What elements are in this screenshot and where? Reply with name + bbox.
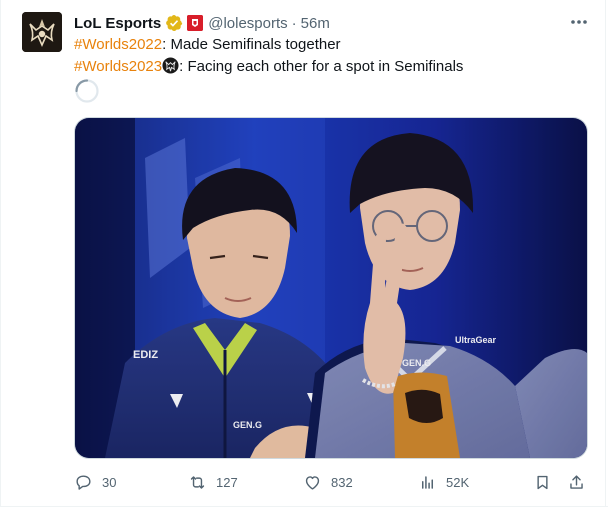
repost-count: 127 bbox=[216, 474, 238, 490]
author-name[interactable]: LoL Esports bbox=[74, 15, 161, 32]
reply-count: 30 bbox=[102, 474, 117, 490]
reply-button[interactable]: 30 bbox=[74, 470, 116, 494]
more-options-button[interactable] bbox=[568, 12, 590, 32]
tweet-text-segment: : Facing each other for a spot in Semifi… bbox=[179, 58, 464, 75]
photo-players-illustration: EDIZ GEN.G UltraGear GEN.G bbox=[75, 118, 587, 458]
repost-button[interactable]: 127 bbox=[188, 470, 238, 494]
more-dots-icon bbox=[571, 20, 587, 24]
hashtag-worlds2023[interactable]: #Worlds2023 bbox=[74, 58, 162, 75]
views-button[interactable]: 52K bbox=[418, 470, 469, 494]
bookmark-icon bbox=[537, 475, 548, 489]
author-handle[interactable]: @lolesports bbox=[208, 15, 287, 32]
avatar[interactable] bbox=[22, 12, 62, 52]
bookmark-button[interactable] bbox=[533, 470, 552, 494]
tweet-actions-bar: 30 127 832 52K bbox=[74, 470, 588, 494]
views-count: 52K bbox=[446, 474, 470, 490]
tweet-text-segment: : Made Semifinals together bbox=[162, 36, 341, 53]
analytics-icon bbox=[421, 475, 434, 489]
share-icon bbox=[570, 474, 583, 489]
tweet-media-photo[interactable]: EDIZ GEN.G UltraGear GEN.G bbox=[74, 117, 588, 459]
verified-badge-icon bbox=[166, 14, 183, 32]
worlds-logo-icon bbox=[22, 12, 62, 52]
timeline-right-border bbox=[605, 0, 606, 507]
heart-icon bbox=[305, 475, 320, 490]
timestamp[interactable]: 56m bbox=[301, 15, 330, 32]
worlds-hashflag-icon bbox=[162, 57, 179, 74]
like-count: 832 bbox=[331, 474, 353, 490]
like-button[interactable]: 832 bbox=[303, 470, 353, 494]
affiliate-badge-icon[interactable] bbox=[187, 15, 204, 31]
tweet-text-line-2: #Worlds2023 : Facing each other for a spo… bbox=[74, 57, 463, 77]
reply-icon bbox=[76, 474, 91, 490]
share-button[interactable] bbox=[567, 470, 586, 494]
separator-dot: · bbox=[291, 14, 297, 32]
repost-icon bbox=[190, 475, 205, 489]
tweet-text-line-1: #Worlds2022: Made Semifinals together bbox=[74, 35, 341, 55]
loading-spinner-icon bbox=[75, 79, 99, 103]
tweet-header: LoL Esports @lolesports · 56m bbox=[74, 13, 588, 33]
hashtag-worlds2022[interactable]: #Worlds2022 bbox=[74, 36, 162, 53]
timeline-left-border bbox=[0, 0, 1, 507]
